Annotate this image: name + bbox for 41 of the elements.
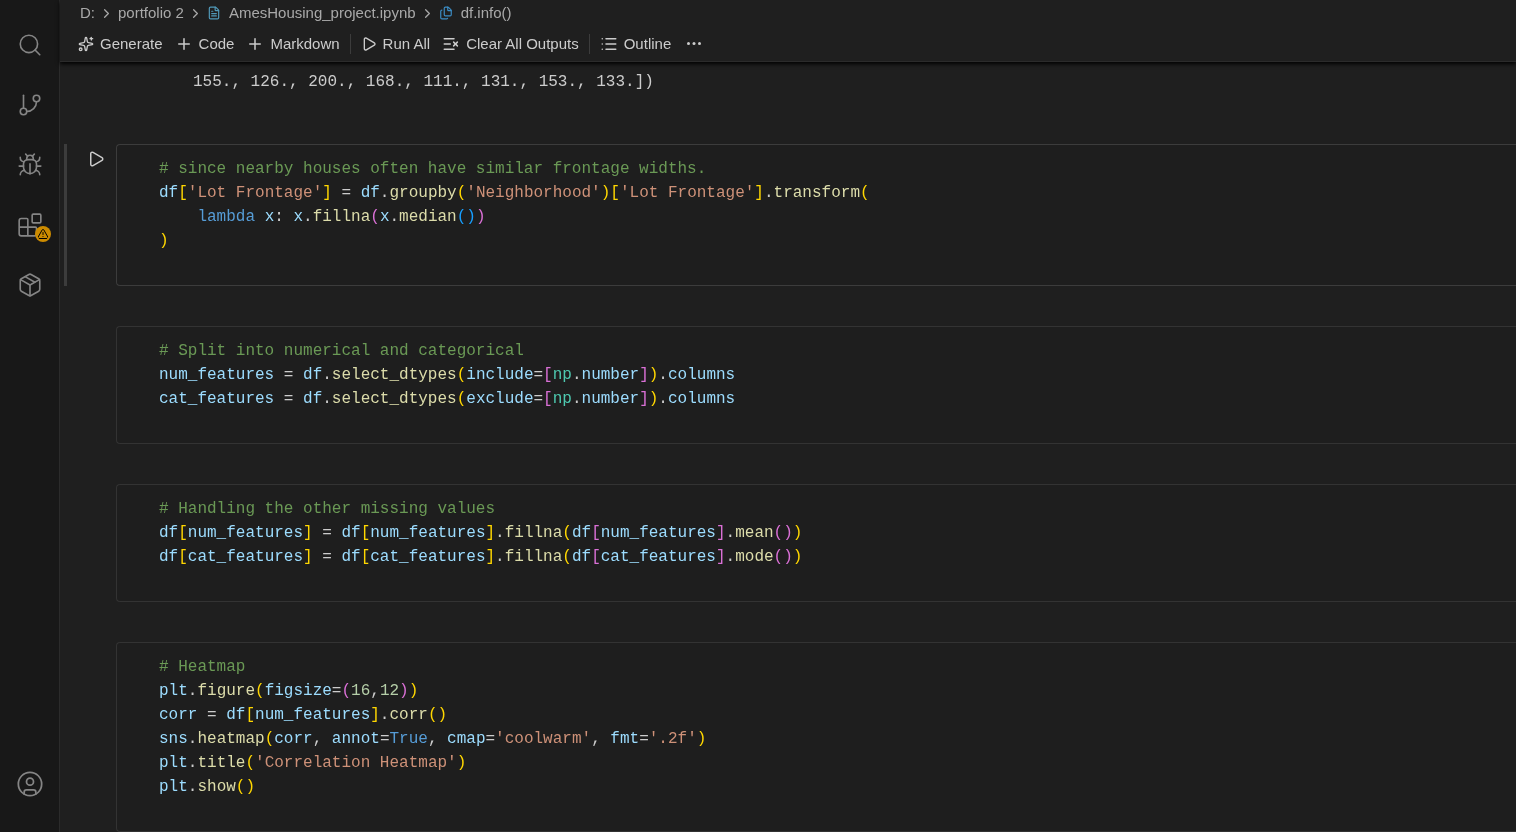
code-line: # Heatmap	[159, 657, 246, 678]
code-line: sns.heatmap(corr, annot=True, cmap='coolwarm', fmt='.2f')	[159, 729, 707, 750]
sparkle-icon	[78, 35, 94, 52]
code-line: plt.show()	[159, 777, 256, 798]
code-line: df['Lot Frontage'] = df.groupby('Neighborhood')['Lot Frontage'].transform(	[159, 183, 870, 204]
code-line: # since nearby houses often have similar frontage widths.	[159, 159, 707, 180]
toolbar-button[interactable]: Outline	[593, 28, 678, 59]
code-cell[interactable]: # since nearby houses often have similar frontage widths. df['Lot Frontage'] = df.groupby('Neighborhood')['Lot Frontage'].transform( lambda x: x.fillna(x.median()) )	[116, 144, 1516, 286]
code-line: df[cat_features] = df[cat_features].fillna(df[cat_features].mode())	[159, 547, 803, 568]
branch-icon[interactable]	[16, 92, 43, 118]
breadcrumb-item[interactable]: df.info()	[460, 2, 512, 25]
breadcrumb-item[interactable]: portfolio 2	[118, 2, 184, 25]
package-icon[interactable]	[16, 272, 43, 298]
code-cell[interactable]: # Heatmap plt.figure(figsize=(16,12)) corr = df[num_features].corr() sns.heatmap(corr, annot=True, cmap='coolwarm', fmt='.2f') plt.title('Correlation Heatmap') plt.show()	[116, 642, 1516, 832]
code-cell[interactable]: # Handling the other missing values df[num_features] = df[num_features].fillna(df[num_features].mean()) df[cat_features] = df[cat_features].fillna(df[cat_features].mode())	[116, 484, 1516, 602]
code-line: cat_features = df.select_dtypes(exclude=[np.number]).columns	[159, 389, 736, 410]
bug-icon[interactable]	[16, 152, 43, 178]
code-line: # Split into numerical and categorical	[159, 341, 524, 362]
toolbar-button[interactable]: Code	[168, 28, 241, 59]
code-line: df[num_features] = df[num_features].fillna(df[num_features].mean())	[159, 523, 803, 544]
blocks-icon[interactable]	[16, 212, 43, 238]
breadcrumb-item[interactable]: D:	[80, 2, 95, 25]
code-line: corr = df[num_features].corr()	[159, 705, 448, 726]
code-line: plt.figure(figsize=(16,12))	[159, 681, 419, 702]
code-line: plt.title('Correlation Heatmap')	[159, 753, 467, 774]
output-text: 155., 126., 200., 168., 111., 131., 153., 133.])	[193, 72, 654, 93]
code-cell[interactable]: # Split into numerical and categorical num_features = df.select_dtypes(include=[np.number]).columns cat_features = df.select_dtypes(exclude=[np.number]).columns	[116, 326, 1516, 444]
notebook-icon	[206, 6, 221, 21]
code-line: lambda x: x.fillna(x.median())	[196, 207, 486, 228]
toolbar-button[interactable]: Markdown	[240, 28, 346, 59]
breadcrumb-item[interactable]: AmesHousing_project.ipynb	[228, 2, 416, 25]
code-line: num_features = df.select_dtypes(include=[np.number]).columns	[159, 365, 736, 386]
code-line: # Handling the other missing values	[159, 499, 496, 520]
run-cell-icon[interactable]	[87, 150, 105, 168]
toolbar-button[interactable]: Clear All Outputs	[436, 28, 585, 59]
more-icon	[687, 42, 702, 46]
toolbar-button[interactable]: Generate	[72, 28, 169, 59]
account-icon[interactable]	[15, 770, 44, 798]
toolbar-button[interactable]: Run All	[354, 28, 437, 59]
warning-icon	[34, 226, 51, 242]
code-line: )	[159, 231, 169, 252]
